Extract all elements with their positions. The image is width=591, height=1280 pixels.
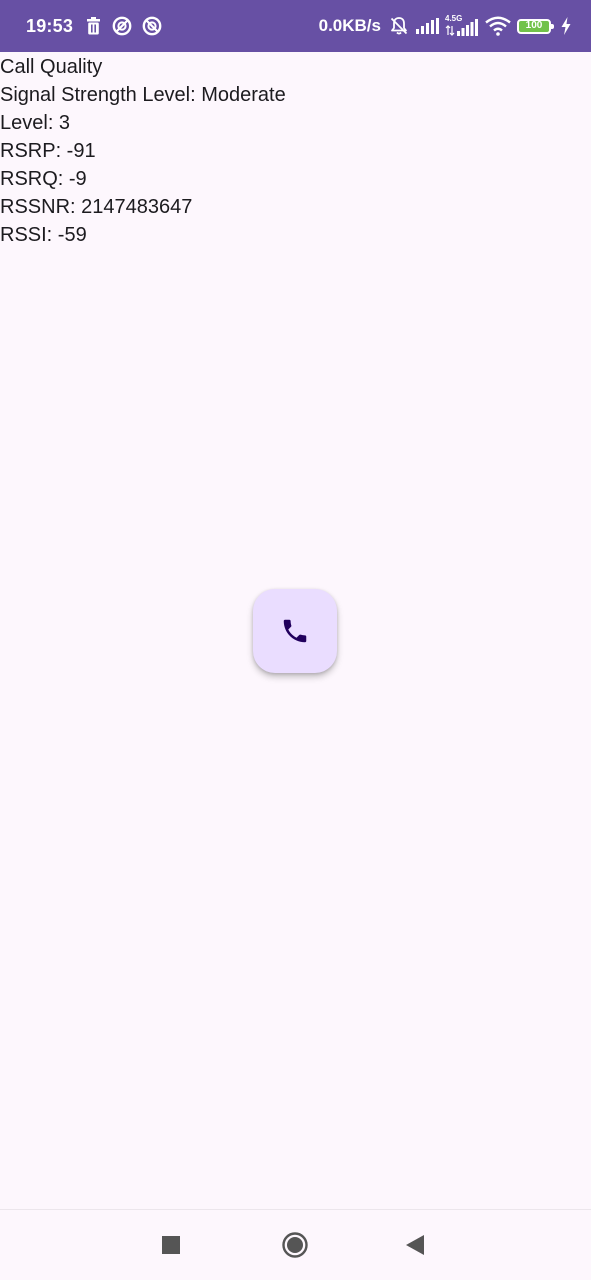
rsrq-text: RSRQ: -9 [0, 168, 87, 190]
signal-strength-level-text: Signal Strength Level: Moderate [0, 84, 286, 106]
status-bar: 19:53 0.0KB/s 4.5G 100 [0, 0, 591, 52]
call-quality-info: Call Quality Signal Strength Level: Mode… [0, 53, 286, 249]
phone-icon [280, 616, 310, 646]
wifi-icon [485, 16, 511, 36]
square-icon [162, 1236, 180, 1254]
status-time: 19:53 [26, 15, 74, 36]
back-triangle-icon [406, 1235, 424, 1255]
home-circle-icon [282, 1232, 308, 1258]
level-text: Level: 3 [0, 112, 71, 134]
status-bar-right: 0.0KB/s 4.5G 100 [319, 0, 571, 52]
battery-icon: 100 [517, 18, 554, 34]
bell-off-icon [389, 16, 409, 36]
net-speed: 0.0KB/s [318, 16, 381, 35]
vpn-shield-icon [112, 16, 132, 36]
trash-icon [85, 17, 102, 35]
rssi-text: RSSI: -59 [0, 224, 87, 246]
rsrp-text: RSRP: -91 [0, 140, 96, 162]
home-button[interactable] [274, 1210, 316, 1280]
rssnr-text: RSSNR: 2147483647 [0, 196, 193, 218]
call-quality-heading: Call Quality [0, 56, 103, 78]
back-button[interactable] [394, 1210, 436, 1280]
battery-level: 100 [525, 20, 543, 31]
recent-apps-button[interactable] [150, 1210, 192, 1280]
blocked-circle-icon [142, 16, 162, 36]
charging-bolt-icon [561, 17, 571, 35]
signal-4-5g-icon: 4.5G [445, 14, 479, 36]
status-bar-left: 19:53 [26, 0, 162, 52]
call-button[interactable] [253, 589, 337, 673]
system-navigation-bar [0, 1209, 591, 1280]
signal-icon [415, 18, 439, 34]
